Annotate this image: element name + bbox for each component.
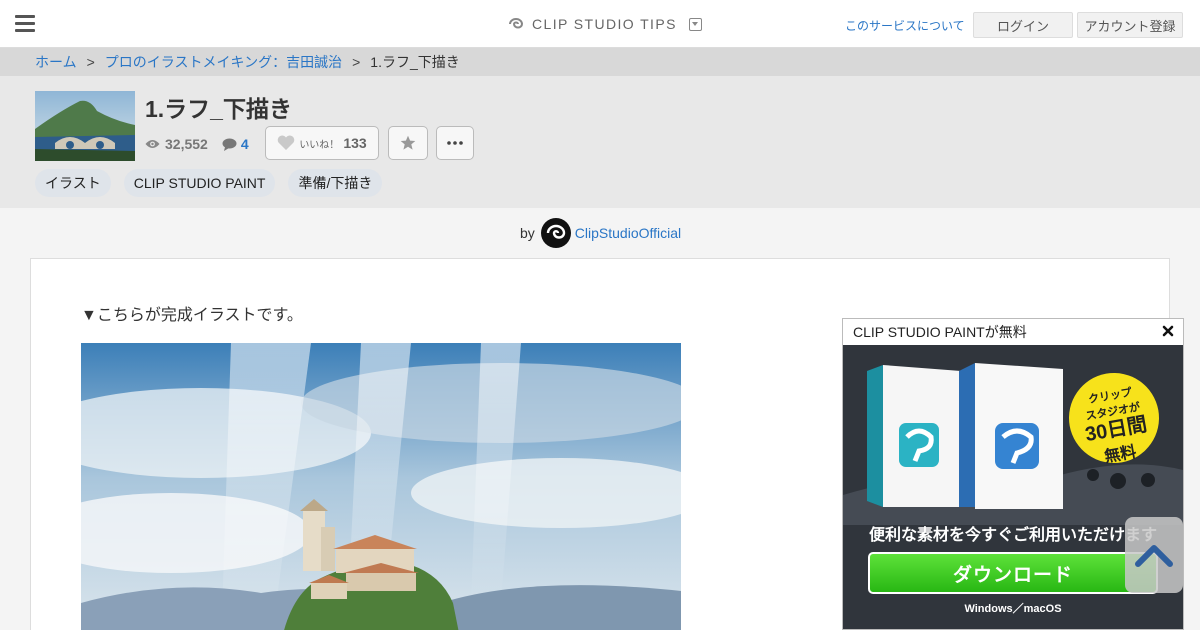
comment-icon: [222, 138, 237, 151]
ad-header: CLIP STUDIO PAINTが無料: [843, 319, 1183, 345]
author-avatar-icon[interactable]: [540, 218, 571, 248]
tag-list: イラスト CLIP STUDIO PAINT 準備/下描き: [35, 169, 383, 197]
view-count-value: 32,552: [165, 136, 208, 152]
ad-title: CLIP STUDIO PAINTが無料: [853, 324, 1027, 340]
like-button[interactable]: いいね！ 133: [265, 126, 379, 160]
clip-studio-logo-icon: [509, 18, 524, 29]
author-name-link[interactable]: ClipStudioOfficial: [575, 225, 681, 241]
eye-icon: [145, 140, 160, 148]
article-stats: 32,552 4: [145, 136, 249, 152]
menu-icon[interactable]: [15, 15, 35, 32]
register-button[interactable]: アカウント登録: [1077, 12, 1183, 38]
breadcrumb: ホーム > プロのイラストメイキング：吉田誠治 > 1.ラフ_下描き: [0, 48, 1200, 76]
author-by-label: by: [520, 225, 535, 241]
finished-illustration: [81, 343, 681, 630]
author-line: by ClipStudioOfficial: [520, 217, 681, 249]
breadcrumb-current: 1.ラフ_下描き: [370, 54, 460, 70]
article-header: 1.ラフ_下描き 32,552 4 いいね！ 133 イラスト CLIP STU…: [0, 76, 1200, 208]
brand-label: CLIP STUDIO TIPS: [532, 16, 677, 32]
login-button[interactable]: ログイン: [973, 12, 1073, 38]
tag-item[interactable]: イラスト: [35, 169, 111, 197]
download-button[interactable]: ダウンロード: [868, 552, 1158, 594]
comment-count[interactable]: 4: [222, 136, 249, 152]
comment-count-value: 4: [240, 136, 249, 152]
free-trial-badge: クリップ スタジオが 30日間 無料: [1061, 365, 1167, 471]
more-options-button[interactable]: [436, 126, 474, 160]
breadcrumb-series[interactable]: プロのイラストメイキング：吉田誠治: [105, 52, 342, 72]
favorite-button[interactable]: [388, 126, 428, 160]
ad-tagline: 便利な素材を今すぐご利用いただけます: [869, 527, 1158, 544]
page-title: 1.ラフ_下描き: [145, 96, 292, 122]
view-count: 32,552: [145, 136, 208, 152]
top-navbar: CLIP STUDIO TIPS このサービスについて ログイン アカウント登録: [0, 0, 1200, 48]
close-icon[interactable]: [1161, 324, 1175, 338]
star-icon: [400, 135, 416, 150]
breadcrumb-separator: >: [86, 54, 95, 70]
tag-item[interactable]: CLIP STUDIO PAINT: [123, 169, 276, 197]
chevron-up-icon: [1135, 545, 1173, 567]
more-dots-icon: [447, 141, 463, 145]
about-service-link[interactable]: このサービスについて: [845, 17, 965, 34]
like-count: 133: [343, 135, 367, 151]
heart-icon: [278, 135, 295, 150]
tag-item[interactable]: 準備/下描き: [288, 169, 383, 197]
scroll-to-top-button[interactable]: [1125, 517, 1183, 593]
article-thumbnail: [35, 91, 135, 161]
intro-text: ▼こちらが完成イラストです。: [81, 307, 303, 324]
breadcrumb-home[interactable]: ホーム: [35, 52, 77, 72]
os-label: Windows／macOS: [964, 603, 1062, 615]
breadcrumb-separator: >: [352, 54, 361, 70]
site-brand[interactable]: CLIP STUDIO TIPS: [508, 14, 702, 34]
like-label: いいね！: [299, 139, 340, 151]
dropdown-caret-icon[interactable]: [688, 17, 702, 31]
